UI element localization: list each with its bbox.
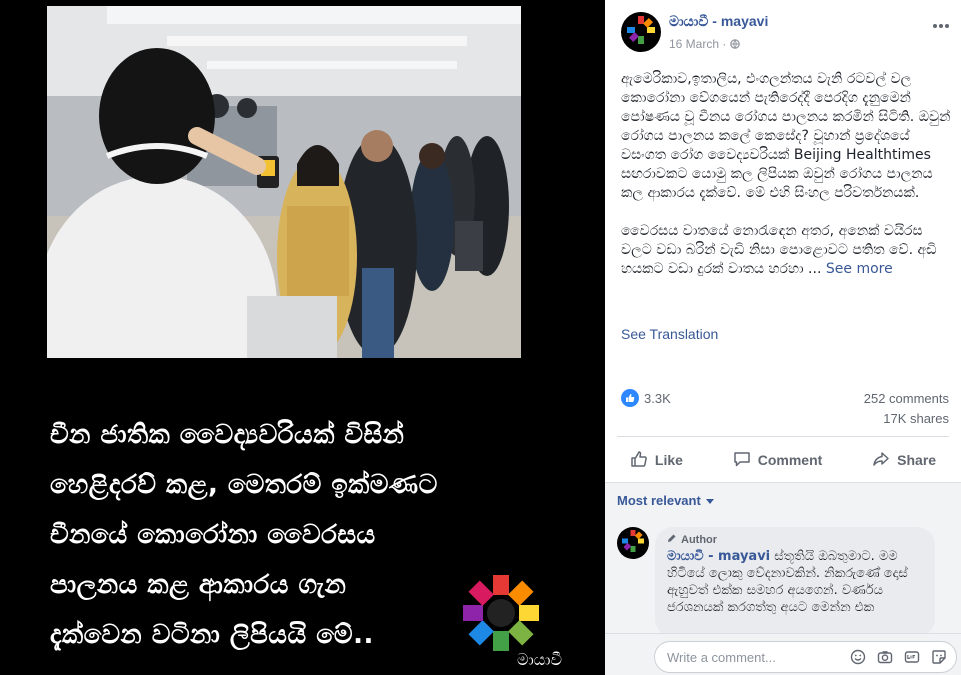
comment-bubble-icon [733,450,751,471]
comment-sort-dropdown[interactable]: Most relevant [617,493,714,508]
comment-avatar[interactable] [617,527,649,559]
post-paragraph-2: වෛරසය වාතයේ නොරැඳෙන අතර, අනෙක් වයිරස වලට… [621,222,951,279]
divider [617,436,949,437]
author-badge: Author [667,533,923,546]
thumbs-up-icon [630,450,648,471]
image-caption: චීන ජාතික වෛද්‍යවරියක් විසින් හෙළිදරව් ක… [50,410,520,660]
caret-down-icon [705,499,714,505]
post-media[interactable]: චීන ජාතික වෛද්‍යවරියක් විසින් හෙළිදරව් ක… [0,0,605,675]
post-author-name[interactable]: මායාවී - mayavi [669,13,768,30]
sticker-icon[interactable] [930,648,948,666]
see-more-link[interactable]: See more [826,261,893,277]
comment-author-name[interactable]: මායාවී - mayavi [667,549,770,564]
post-header: මායාවී - mayavi 16 March · [605,0,961,62]
photo-thermal-screening[interactable] [47,6,521,358]
sort-label: Most relevant [617,493,701,508]
camera-icon[interactable] [876,648,894,666]
like-button[interactable]: Like [622,446,691,475]
comment-composer[interactable] [654,641,957,673]
pencil-icon [667,533,677,546]
meta-separator: · [722,37,730,51]
comment-button[interactable]: Comment [725,446,831,475]
reactions-count: 3.3K [644,390,671,406]
post-paragraph: ඇමෙරිකාව,ඉතාලිය, එංගලන්තය වැනි රටවල් වල … [621,71,951,201]
globe-icon [729,37,740,51]
caption-line: පාලනය කළ ආකාරය ගැන [50,570,347,600]
comment-label: Comment [757,452,823,468]
page-avatar[interactable] [621,12,661,52]
shares-count[interactable]: 17K shares [883,411,949,426]
share-label: Share [897,452,937,468]
post-body: ඇමෙරිකාව,ඉතාලිය, එංගලන්තය වැනි රටවල් වල … [621,70,951,298]
comment-bubble: Author මායාවී - mayavi ස්තූතියි ඔබතුමාට.… [655,527,935,637]
caption-line: චීන ජාතික වෛද්‍යවරියක් විසින් [50,420,405,450]
comments-count[interactable]: 252 comments [864,391,949,406]
comments-section: Most relevant Author මායාවී - mayavi ස්ත… [605,483,961,675]
author-badge-label: Author [681,533,718,546]
comment-text: මායාවී - mayavi ස්තූතියි ඔබතුමාට. මම හිට… [667,548,923,616]
mayavi-logo [458,570,548,660]
comment-composer-bar [605,633,961,675]
post-actions: Like Comment Share [605,440,961,480]
like-reaction-icon [621,389,639,407]
post-panel: මායාවී - mayavi 16 March · ඇමෙරිකාව,ඉතාල… [605,0,961,675]
share-arrow-icon [872,450,890,471]
share-button[interactable]: Share [864,446,944,475]
emoji-icon[interactable] [849,648,867,666]
caption-line: චීනයේ කොරෝනා වෛරසය [50,520,376,550]
more-horizontal-icon[interactable] [933,14,949,33]
see-translation-link[interactable]: See Translation [621,326,718,342]
gif-icon[interactable] [903,648,921,666]
like-label: Like [654,452,683,468]
post-meta: 16 March · [669,37,740,51]
reactions-summary[interactable]: 3.3K [621,389,671,407]
logo-text: මායාවී [517,650,563,669]
comment-input[interactable] [667,642,837,672]
composer-icons [849,648,948,666]
post-date[interactable]: 16 March [669,37,719,51]
caption-line: දැක්වෙන වටිනා ලිපියයි මේ.. [50,620,374,650]
caption-line: හෙළිදරව් කළ, මෙතරම් ඉක්මණට [50,470,438,500]
